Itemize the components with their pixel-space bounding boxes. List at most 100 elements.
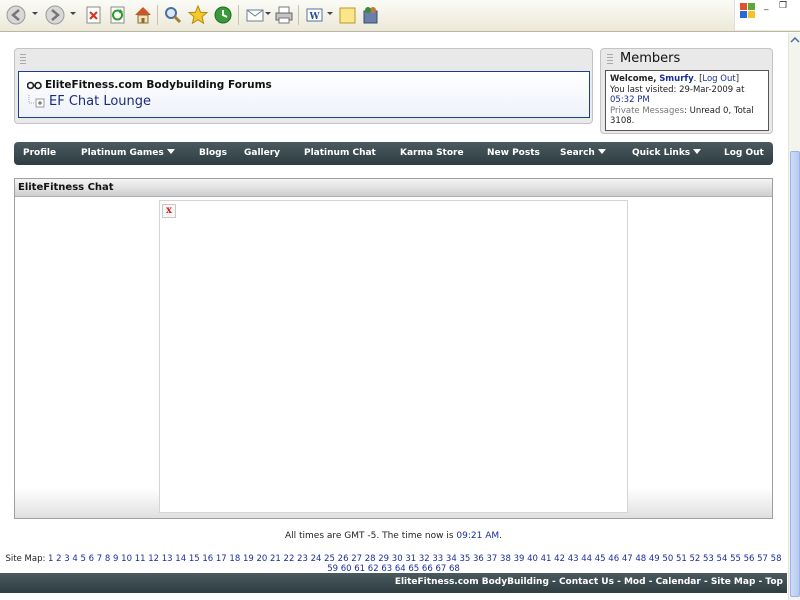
restore-button[interactable]: ❐ [779, 1, 787, 11]
minimize-button[interactable]: _ [764, 1, 769, 11]
sitemap-page-link[interactable]: 25 [324, 554, 335, 564]
sitemap-page-link[interactable]: 47 [622, 554, 633, 564]
sitemap-page-link[interactable]: 28 [365, 554, 376, 564]
nav-profile[interactable]: Profile [23, 148, 56, 158]
sitemap-page-link[interactable]: 24 [311, 554, 322, 564]
sitemap-page-link[interactable]: 42 [554, 554, 565, 564]
sitemap-page-link[interactable]: 26 [338, 554, 349, 564]
sitemap-page-link[interactable]: 46 [608, 554, 619, 564]
edit-icon[interactable]: W [303, 4, 325, 26]
edit-dropdown-icon[interactable] [327, 12, 333, 15]
sitemap-page-link[interactable]: 20 [256, 554, 267, 564]
sitemap-page-link[interactable]: 48 [635, 554, 646, 564]
stop-icon[interactable] [83, 4, 105, 26]
member-logout-link[interactable]: Log Out [702, 74, 735, 84]
sitemap-page-link[interactable]: 21 [270, 554, 281, 564]
sitemap-page-link[interactable]: 35 [459, 554, 470, 564]
footer-link-calendar[interactable]: Calendar [656, 577, 701, 587]
sitemap-page-link[interactable]: 13 [162, 554, 173, 564]
nav-search[interactable]: Search [560, 148, 606, 158]
sitemap-page-link[interactable]: 1 [48, 554, 53, 564]
sitemap-page-link[interactable]: 6 [89, 554, 94, 564]
nav-gallery[interactable]: Gallery [244, 148, 280, 158]
forward-icon[interactable] [44, 4, 66, 26]
mail-icon[interactable] [244, 4, 266, 26]
history-icon[interactable] [212, 4, 234, 26]
sitemap-page-link[interactable]: 36 [473, 554, 484, 564]
sitemap-page-link[interactable]: 11 [135, 554, 146, 564]
refresh-icon[interactable] [107, 4, 129, 26]
sitemap-page-link[interactable]: 22 [284, 554, 295, 564]
sitemap-page-link[interactable]: 2 [56, 554, 61, 564]
messenger-icon[interactable] [361, 4, 383, 26]
sitemap-page-link[interactable]: 33 [432, 554, 443, 564]
nav-new-posts[interactable]: New Posts [487, 148, 540, 158]
chat-applet-frame[interactable]: x [159, 200, 628, 513]
footer-link-mod[interactable]: Mod [624, 577, 646, 587]
favorites-icon[interactable] [187, 4, 209, 26]
footer-link-elitefitness-com-bodybuilding[interactable]: EliteFitness.com BodyBuilding [395, 577, 549, 587]
sitemap-page-link[interactable]: 15 [189, 554, 200, 564]
sitemap-page-link[interactable]: 31 [405, 554, 416, 564]
sitemap-page-link[interactable]: 34 [446, 554, 457, 564]
sitemap-page-link[interactable]: 40 [527, 554, 538, 564]
sitemap-page-link[interactable]: 23 [297, 554, 308, 564]
sitemap-page-link[interactable]: 38 [500, 554, 511, 564]
nav-quick-links[interactable]: Quick Links [632, 148, 702, 158]
sitemap-page-link[interactable]: 54 [717, 554, 728, 564]
sitemap-page-link[interactable]: 5 [81, 554, 86, 564]
vertical-scrollbar[interactable] [788, 33, 800, 600]
sitemap-page-link[interactable]: 32 [419, 554, 430, 564]
sitemap-page-link[interactable]: 19 [243, 554, 254, 564]
nav-platinum-chat[interactable]: Platinum Chat [304, 148, 376, 158]
sitemap-page-link[interactable]: 4 [72, 554, 77, 564]
sitemap-page-link[interactable]: 30 [392, 554, 403, 564]
forum-home-link[interactable]: EliteFitness.com Bodybuilding Forums [45, 79, 272, 91]
sitemap-page-link[interactable]: 37 [487, 554, 498, 564]
home-icon[interactable] [132, 4, 154, 26]
private-messages-link[interactable]: Private Messages [610, 106, 684, 116]
nav-log-out[interactable]: Log Out [724, 148, 764, 158]
sitemap-page-link[interactable]: 56 [744, 554, 755, 564]
back-icon[interactable] [5, 4, 27, 26]
sitemap-page-link[interactable]: 50 [662, 554, 673, 564]
sitemap-page-link[interactable]: 7 [97, 554, 102, 564]
nav-karma-store[interactable]: Karma Store [400, 148, 464, 158]
footer-link-site-map[interactable]: Site Map [711, 577, 756, 587]
sitemap-page-link[interactable]: 17 [216, 554, 227, 564]
mail-dropdown-icon[interactable] [265, 12, 271, 15]
sitemap-page-link[interactable]: 51 [676, 554, 687, 564]
sitemap-page-link[interactable]: 53 [703, 554, 714, 564]
sitemap-page-link[interactable]: 10 [121, 554, 132, 564]
username-link[interactable]: Smurfy [659, 74, 693, 84]
sitemap-page-link[interactable]: 14 [175, 554, 186, 564]
sitemap-page-link[interactable]: 9 [113, 554, 118, 564]
sitemap-page-link[interactable]: 43 [568, 554, 579, 564]
print-icon[interactable] [273, 4, 295, 26]
sitemap-page-link[interactable]: 44 [581, 554, 592, 564]
sitemap-page-link[interactable]: 8 [105, 554, 110, 564]
forward-dropdown-icon[interactable] [70, 12, 76, 15]
sitemap-page-link[interactable]: 58 [771, 554, 782, 564]
sitemap-page-link[interactable]: 41 [541, 554, 552, 564]
sitemap-page-link[interactable]: 45 [595, 554, 606, 564]
sitemap-page-link[interactable]: 27 [351, 554, 362, 564]
scroll-up-arrow-icon[interactable] [790, 35, 800, 45]
back-dropdown-icon[interactable] [32, 12, 38, 15]
sitemap-page-link[interactable]: 3 [64, 554, 69, 564]
sitemap-page-link[interactable]: 55 [730, 554, 741, 564]
sitemap-page-link[interactable]: 12 [148, 554, 159, 564]
sitemap-page-link[interactable]: 16 [202, 554, 213, 564]
sitemap-page-link[interactable]: 29 [378, 554, 389, 564]
footer-link-top[interactable]: Top [765, 577, 783, 587]
nav-blogs[interactable]: Blogs [199, 148, 227, 158]
sitemap-page-link[interactable]: 39 [514, 554, 525, 564]
footer-link-contact-us[interactable]: Contact Us [559, 577, 614, 587]
scroll-thumb[interactable] [790, 151, 800, 597]
sitemap-page-link[interactable]: 52 [689, 554, 700, 564]
sitemap-page-link[interactable]: 57 [757, 554, 768, 564]
sitemap-page-link[interactable]: 18 [229, 554, 240, 564]
search-icon[interactable] [162, 4, 184, 26]
nav-platinum-games[interactable]: Platinum Games [81, 148, 175, 158]
discuss-icon[interactable] [337, 4, 359, 26]
